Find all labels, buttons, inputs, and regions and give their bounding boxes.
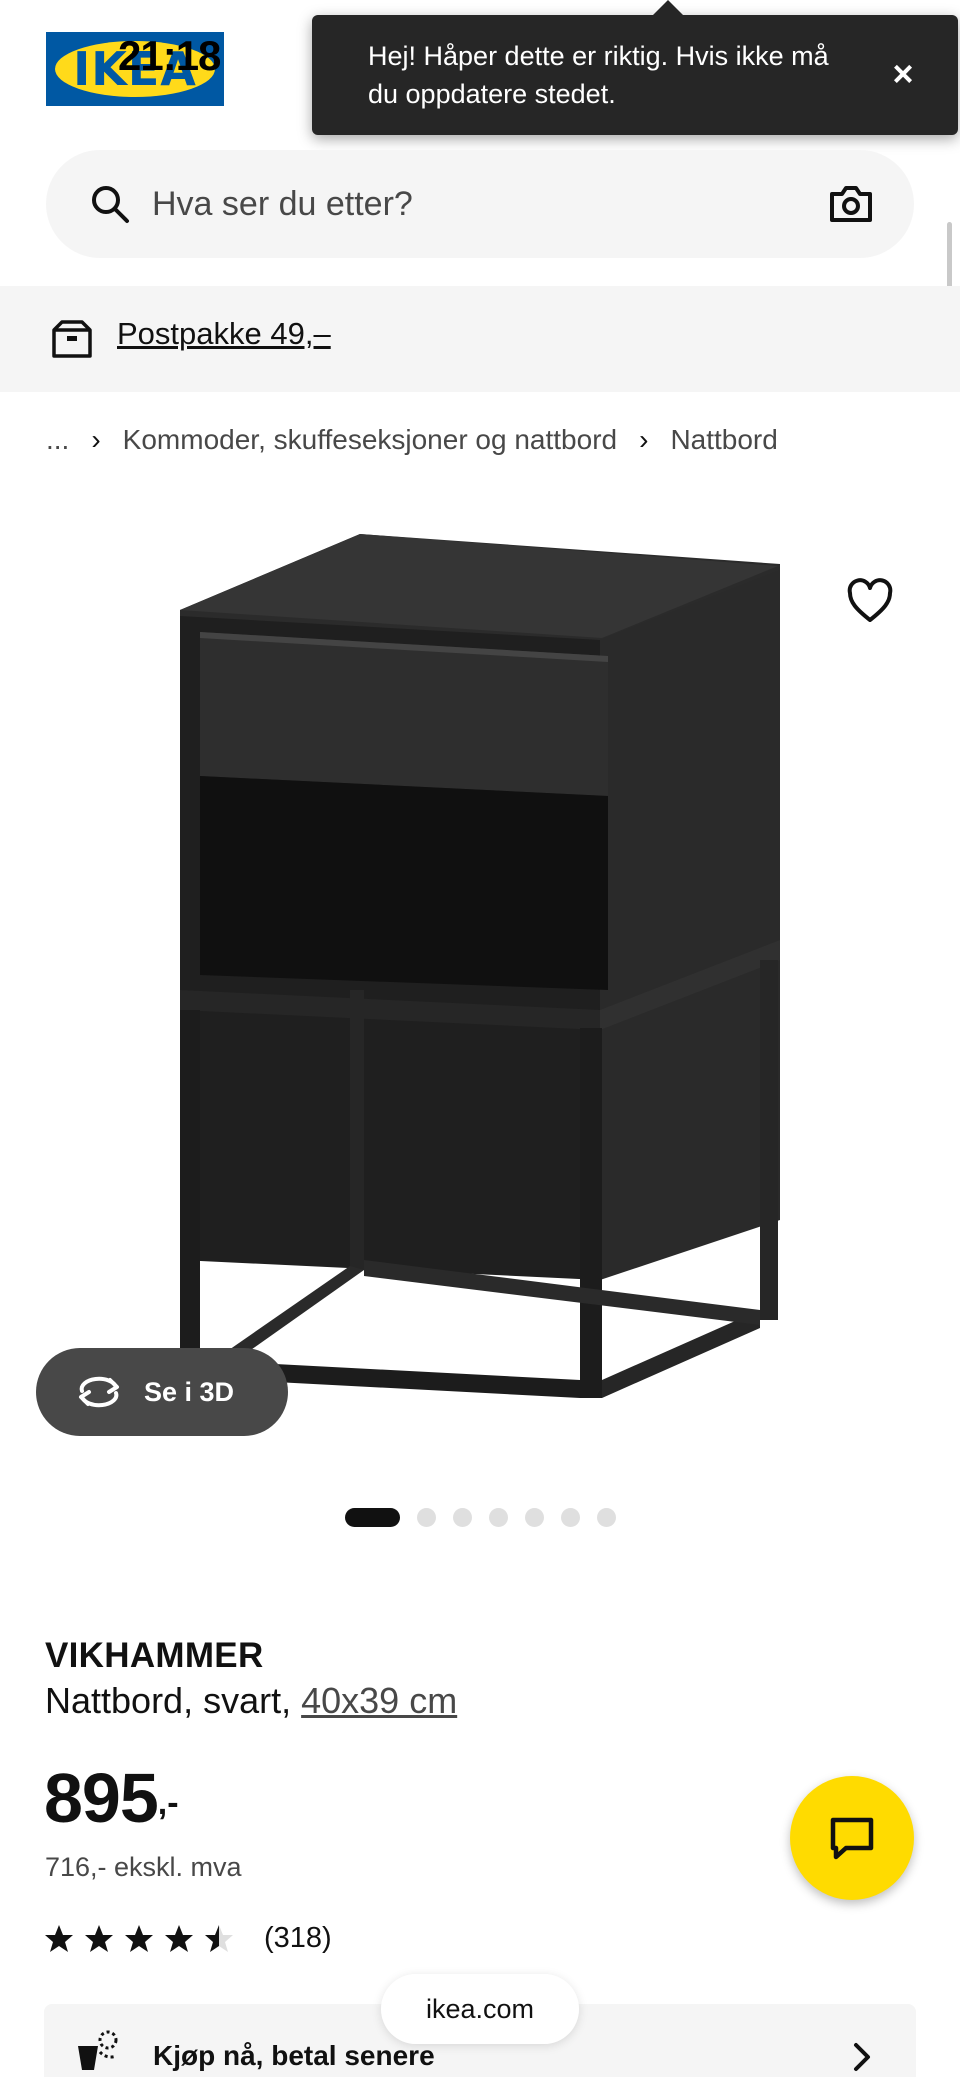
toast-message: Hej! Håper dette er riktig. Hvis ikke må… [368,41,829,109]
gallery-dot[interactable] [417,1508,436,1527]
gallery-dot[interactable] [489,1508,508,1527]
close-icon[interactable]: × [886,56,920,92]
search-bar [46,150,914,258]
search-icon[interactable] [88,182,132,226]
camera-icon[interactable] [828,182,874,226]
product-name: VIKHAMMER [45,1636,264,1675]
star-icon [125,1924,153,1952]
location-toast: Hej! Håper dette er riktig. Hvis ikke må… [312,0,958,135]
gallery-dot[interactable] [345,1508,400,1527]
product-price: 895,- [44,1758,179,1838]
url-text: ikea.com [425,1993,535,2024]
price-suffix: ,- [157,1784,179,1822]
browser-url-bar[interactable]: ikea.com [381,1974,579,2044]
view-3d-button[interactable]: Se i 3D [36,1348,288,1436]
gallery-dot[interactable] [597,1508,616,1527]
chevron-right-icon: › [91,424,101,455]
gallery-dot[interactable] [453,1508,472,1527]
breadcrumb-item-category[interactable]: Kommoder, skuffeseksjoner og nattbord [123,424,617,456]
product-image[interactable] [160,520,800,1460]
gallery-pagination [345,1508,616,1527]
delivery-link[interactable]: Postpakke 49,– [117,316,331,352]
star-icon [165,1924,193,1952]
star-half-icon [205,1924,233,1952]
breadcrumb: ... › Kommoder, skuffeseksjoner og nattb… [46,420,778,460]
status-time: 21:18 [118,32,221,79]
price-integer: 895 [44,1759,159,1837]
chevron-right-icon [854,2043,870,2071]
product-type: Nattbord, svart, [45,1680,292,1721]
product-size-link[interactable]: 40x39 cm [301,1680,457,1721]
product-rating[interactable]: (318) [44,1922,332,1955]
chat-icon [830,1817,874,1860]
star-icon [45,1924,73,1952]
price-ex-vat: 716,- ekskl. mva [45,1852,242,1882]
gallery-dot[interactable] [561,1508,580,1527]
heart-icon[interactable] [846,578,894,626]
star-icon [85,1924,113,1952]
payment-label: Kjøp nå, betal senere [153,2040,435,2071]
product-description: Nattbord, svart, 40x39 cm [45,1680,457,1722]
header: IKEA 21:18 Hej! Håper dette er riktig. H… [0,0,960,136]
breadcrumb-item-current[interactable]: Nattbord [670,424,777,456]
view-3d-label: Se i 3D [144,1376,235,1407]
delivery-banner[interactable]: Postpakke 49,– [0,286,960,392]
chevron-right-icon: › [639,424,649,455]
review-count: (318) [264,1922,332,1954]
gallery-dot[interactable] [525,1508,544,1527]
chat-button[interactable] [790,1776,914,1900]
parcel-icon [52,320,92,358]
payment-icon [78,2030,118,2070]
breadcrumb-ellipsis[interactable]: ... [46,424,69,456]
search-input[interactable] [152,178,752,230]
rotate-3d-icon [79,1376,119,1408]
